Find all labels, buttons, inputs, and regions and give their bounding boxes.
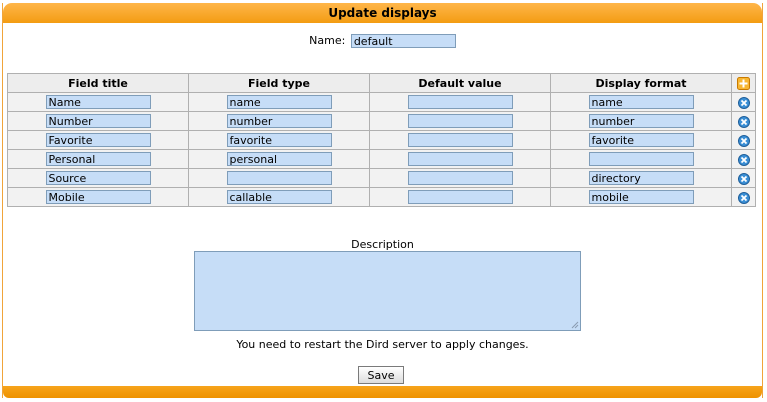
add-row-cell	[731, 73, 756, 93]
default-value-input[interactable]	[407, 190, 513, 204]
header-default-value: Default value	[369, 73, 551, 93]
header-field-title: Field title	[7, 73, 189, 93]
save-button[interactable]: Save	[358, 366, 404, 384]
name-input[interactable]	[350, 34, 456, 48]
field-title-input[interactable]	[45, 190, 151, 204]
name-row: Name:	[3, 33, 762, 49]
field-title-input[interactable]	[45, 171, 151, 185]
remove-row-icon[interactable]	[737, 172, 750, 185]
field-type-input[interactable]	[226, 190, 332, 204]
header-display-format: Display format	[550, 73, 732, 93]
restart-notice: You need to restart the Dird server to a…	[236, 338, 529, 351]
table-row	[7, 92, 756, 112]
table-row	[7, 149, 756, 169]
field-type-input[interactable]	[226, 95, 332, 109]
name-label: Name:	[309, 34, 346, 47]
default-value-input[interactable]	[407, 152, 513, 166]
default-value-input[interactable]	[407, 114, 513, 128]
table-header-row: Field title Field type Default value Dis…	[7, 73, 756, 93]
display-format-input[interactable]	[588, 114, 694, 128]
panel-footer-bar	[3, 386, 762, 398]
display-format-input[interactable]	[588, 171, 694, 185]
panel-title: Update displays	[3, 3, 762, 23]
description-label: Description	[351, 238, 414, 251]
resize-grip-icon[interactable]	[569, 319, 579, 329]
table-row	[7, 111, 756, 131]
add-row-icon[interactable]	[737, 76, 750, 90]
remove-row-icon[interactable]	[737, 191, 750, 204]
description-textarea[interactable]	[194, 251, 581, 331]
remove-row-icon[interactable]	[737, 134, 750, 147]
remove-row-icon[interactable]	[737, 115, 750, 128]
field-type-input[interactable]	[226, 152, 332, 166]
default-value-input[interactable]	[407, 171, 513, 185]
field-title-input[interactable]	[45, 133, 151, 147]
remove-row-icon[interactable]	[737, 96, 750, 109]
field-title-input[interactable]	[45, 114, 151, 128]
display-format-input[interactable]	[588, 190, 694, 204]
table-row	[7, 168, 756, 188]
field-title-input[interactable]	[45, 152, 151, 166]
field-title-input[interactable]	[45, 95, 151, 109]
header-field-type: Field type	[188, 73, 370, 93]
table-row	[7, 130, 756, 150]
default-value-input[interactable]	[407, 95, 513, 109]
display-format-input[interactable]	[588, 133, 694, 147]
field-type-input[interactable]	[226, 171, 332, 185]
display-format-input[interactable]	[588, 95, 694, 109]
field-type-input[interactable]	[226, 114, 332, 128]
display-format-input[interactable]	[588, 152, 694, 166]
fields-table: Field title Field type Default value Dis…	[7, 73, 756, 207]
default-value-input[interactable]	[407, 133, 513, 147]
table-row	[7, 187, 756, 207]
field-type-input[interactable]	[226, 133, 332, 147]
remove-row-icon[interactable]	[737, 153, 750, 166]
